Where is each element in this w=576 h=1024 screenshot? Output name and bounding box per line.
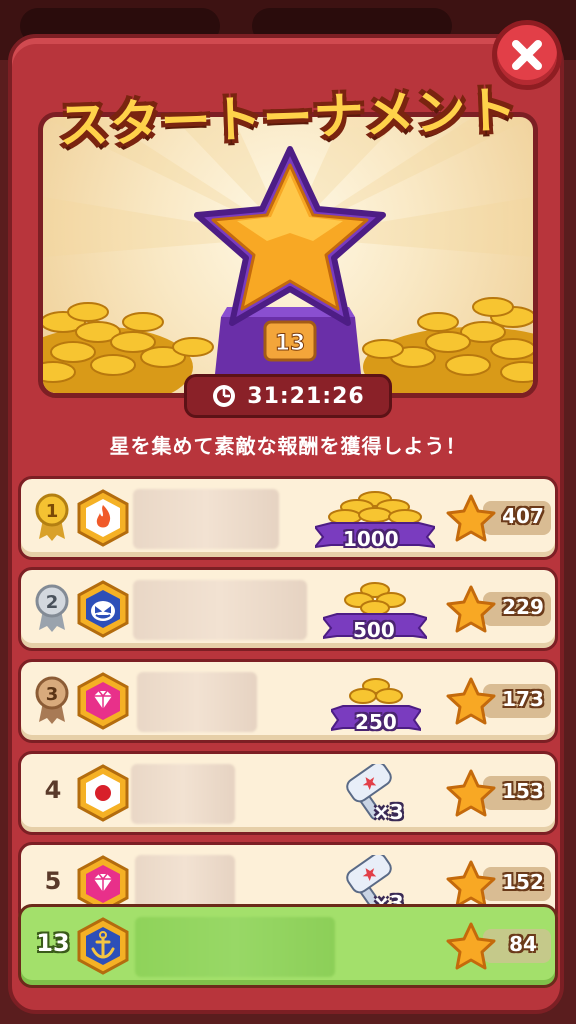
leaderboard-row: 1 1000 407 — [18, 476, 558, 560]
star-icon — [446, 585, 496, 633]
close-icon — [512, 40, 542, 70]
score-value: 407 — [502, 504, 544, 528]
silver-medal-icon: 2 — [35, 584, 69, 632]
star-icon — [446, 769, 496, 817]
countdown-timer: 31:21:26 — [184, 374, 392, 418]
star-icon — [446, 922, 496, 970]
player-name-blurred — [131, 764, 235, 824]
svg-text:2: 2 — [46, 592, 59, 613]
star-icon — [446, 860, 496, 908]
japan-flag-badge-icon — [77, 764, 129, 822]
pumpkin-badge-icon — [77, 580, 129, 638]
bronze-medal-icon: 3 — [35, 676, 69, 724]
flame-badge-icon — [77, 489, 129, 547]
self-leaderboard-row: 13 84 — [18, 904, 558, 988]
score-value: 173 — [502, 687, 544, 711]
clock-icon — [213, 385, 236, 407]
svg-text:3: 3 — [46, 684, 59, 705]
score-value: 229 — [502, 595, 544, 619]
timer-text: 31:21:26 — [247, 383, 365, 409]
player-name-blurred — [133, 489, 279, 549]
score-value: 84 — [509, 932, 537, 956]
reward-amount: 1000 — [343, 527, 399, 551]
gold-medal-icon: 1 — [35, 493, 69, 541]
star-icon — [446, 677, 496, 725]
trophy-illustration: 13 — [43, 117, 533, 393]
star-icon — [446, 494, 496, 542]
rank-number: 4 — [44, 776, 62, 804]
trophy-value: 13 — [275, 331, 306, 356]
score-value: 153 — [502, 779, 544, 803]
player-name-blurred — [137, 672, 257, 732]
leaderboard-row: 2 500 229 — [18, 567, 558, 651]
player-name-blurred — [135, 917, 335, 977]
anchor-badge-icon — [77, 917, 129, 975]
gem-badge-icon — [77, 672, 129, 730]
reward-amount: 250 — [355, 710, 397, 734]
subtitle: 星を集めて素敵な報酬を獲得しよう！ — [109, 434, 467, 458]
rank-number: 13 — [36, 929, 70, 957]
leaderboard-row: 4 ×3 153 — [18, 751, 558, 835]
leaderboard-row: 3 250 173 — [18, 659, 558, 743]
rank-number: 5 — [44, 867, 62, 895]
reward-multiplier: ×3 — [373, 800, 404, 824]
score-value: 152 — [502, 870, 544, 894]
star-trophy-icon — [194, 146, 386, 326]
svg-text:1: 1 — [46, 501, 59, 522]
player-name-blurred — [133, 580, 307, 640]
reward-amount: 500 — [353, 618, 395, 642]
